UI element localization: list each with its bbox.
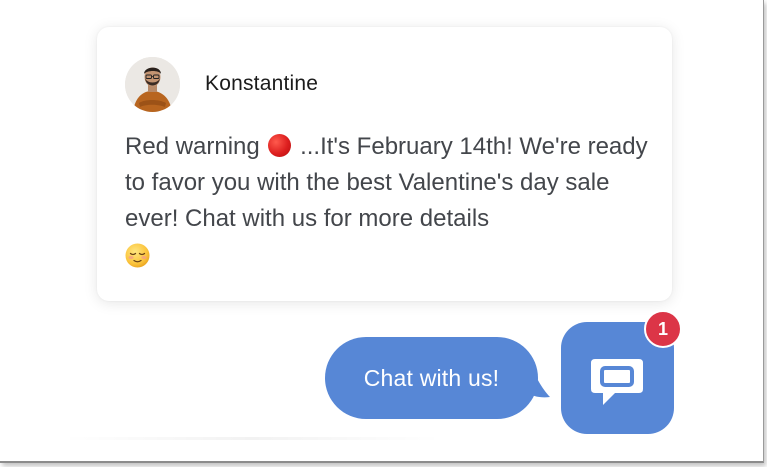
sender-name: Konstantine [205,72,319,95]
notification-badge: 1 [644,310,682,348]
chat-bubble-label: Chat with us! [363,364,500,391]
message-card[interactable]: Konstantine Red warning ...It's February… [97,27,672,301]
chat-icon [591,359,643,405]
message-text: Red warning ...It's February 14th! We're… [125,129,655,237]
red-circle-icon [268,134,292,157]
relieved-face-icon [125,243,150,268]
avatar [125,57,180,112]
divider [62,437,442,440]
chat-with-us-bubble[interactable]: Chat with us! [325,337,538,419]
person-avatar-icon [125,57,180,112]
widget-frame: Konstantine Red warning ...It's February… [0,0,764,463]
message-text-part1: Red warning [125,133,260,160]
